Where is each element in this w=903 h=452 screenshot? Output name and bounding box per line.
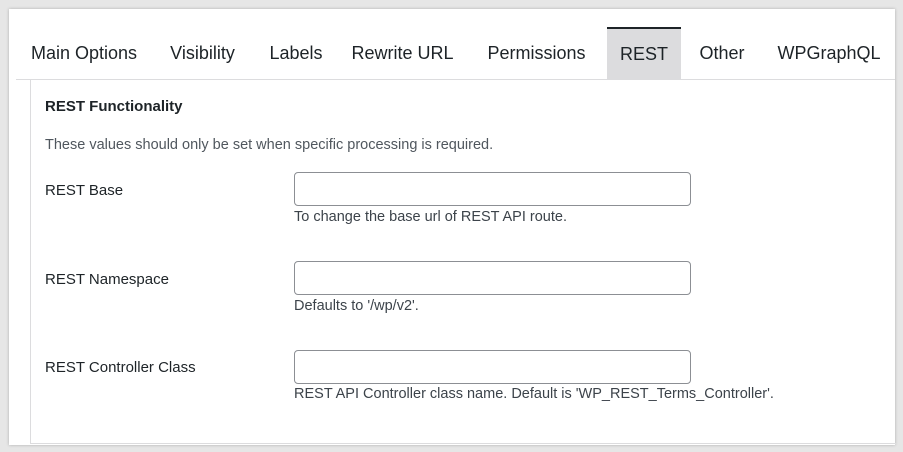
- rest-settings-content: REST Functionality These values should o…: [30, 79, 896, 444]
- tab-rewrite-url[interactable]: Rewrite URL: [339, 27, 466, 79]
- tab-labels[interactable]: Labels: [253, 27, 339, 79]
- rest-namespace-input[interactable]: [294, 261, 691, 295]
- rest-controller-input[interactable]: [294, 350, 691, 384]
- rest-namespace-help: Defaults to '/wp/v2'.: [294, 298, 419, 314]
- tab-main-options[interactable]: Main Options: [16, 27, 152, 79]
- tab-bar: Main Options Visibility Labels Rewrite U…: [16, 18, 895, 80]
- rest-base-help: To change the base url of REST API route…: [294, 209, 567, 225]
- rest-base-input[interactable]: [294, 172, 691, 206]
- tab-rest[interactable]: REST: [607, 27, 681, 79]
- tab-visibility[interactable]: Visibility: [152, 27, 253, 79]
- tab-wpgraphql[interactable]: WPGraphQL: [763, 27, 895, 79]
- settings-panel: Main Options Visibility Labels Rewrite U…: [9, 9, 896, 445]
- tab-other[interactable]: Other: [681, 27, 763, 79]
- section-description: These values should only be set when spe…: [45, 137, 494, 153]
- rest-base-label: REST Base: [45, 182, 124, 199]
- rest-controller-help: REST API Controller class name. Default …: [294, 386, 774, 402]
- rest-namespace-label: REST Namespace: [45, 271, 169, 288]
- section-title: REST Functionality: [45, 98, 183, 115]
- rest-controller-label: REST Controller Class: [45, 359, 196, 376]
- tab-permissions[interactable]: Permissions: [466, 27, 607, 79]
